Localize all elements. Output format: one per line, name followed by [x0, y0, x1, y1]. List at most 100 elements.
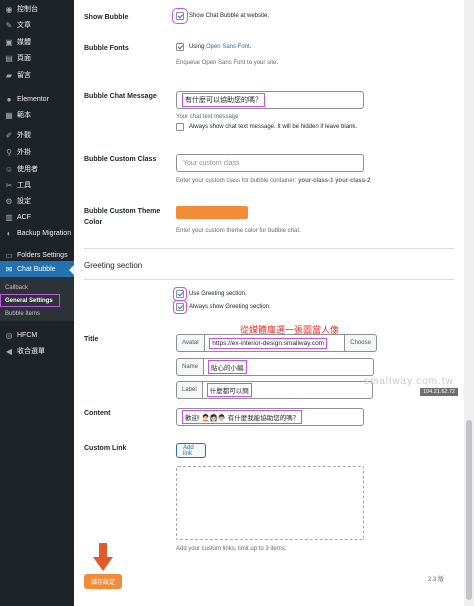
submenu-callback[interactable]: Callback — [0, 281, 74, 294]
content-input[interactable]: 歡迎! 🧑🏻‍🦱👩🏻👨🏻 有什麼我能協助您的嗎？ — [176, 408, 364, 426]
add-link-button[interactable]: Add link — [176, 443, 206, 458]
version-text: 2.3 版 — [427, 577, 444, 583]
watermark: smallway.com.tw — [364, 376, 454, 387]
sidebar-item-posts[interactable]: ✎ 文章 — [0, 17, 74, 33]
sidebar-item-settings[interactable]: ⚙ 設定 — [0, 193, 74, 209]
hfcm-icon: ◎ — [5, 330, 13, 340]
sidebar-item-backup[interactable]: ◐ Backup Migration — [0, 225, 74, 241]
sidebar-item-pages[interactable]: ▤ 頁面 — [0, 50, 74, 66]
dashboard-icon: ◉ — [5, 4, 13, 14]
comments-icon: ▰ — [5, 70, 13, 80]
sidebar-item-label: 控制台 — [17, 6, 38, 13]
sidebar-item-templates[interactable]: ▦ 範本 — [0, 107, 74, 123]
sidebar-item-tools[interactable]: ✂ 工具 — [0, 177, 74, 193]
sidebar-item-label: 外掛 — [17, 149, 31, 156]
field-label: Custom Link — [84, 445, 127, 452]
submenu-bubble-items[interactable]: Bubble Items — [0, 307, 74, 320]
sidebar-item-dashboard[interactable]: ◉ 控制台 — [0, 1, 74, 17]
sidebar-item-label: Folders Settings — [17, 251, 68, 259]
backup-icon: ◐ — [6, 228, 12, 238]
annotation-text: 從媒體庫選一張圖當人像 — [240, 325, 340, 335]
description-text: Enter your custom class for bubble conta… — [176, 178, 299, 184]
acf-icon: ▥ — [5, 212, 13, 222]
sidebar-item-label: 留言 — [17, 72, 31, 79]
sidebar-item-label: Elementor — [17, 95, 49, 103]
checkbox-label-suffix: . — [249, 44, 252, 50]
bubble-fonts-checkbox[interactable] — [176, 43, 184, 51]
avatar-group: Avatar https://ex-interior-design.smallw… — [176, 334, 377, 352]
sidebar-item-appearance[interactable]: ✐ 外觀 — [0, 127, 74, 143]
choose-button[interactable]: Choose — [345, 334, 377, 352]
media-icon: ▣ — [5, 37, 13, 47]
sidebar-item-label: 媒體 — [17, 39, 31, 46]
sidebar-item-hfcm[interactable]: ◎ HFCM — [0, 327, 74, 343]
field-label: Bubble Fonts — [84, 45, 129, 52]
sidebar-item-label: 文章 — [17, 22, 31, 29]
custom-link-dropzone — [176, 466, 364, 540]
collapse-icon: ◀ — [5, 346, 13, 356]
plugins-icon: ⚲ — [6, 147, 12, 157]
checkbox-label: Show Chat Bubble at website. — [188, 13, 270, 19]
open-sans-link[interactable]: Open Sans Font — [206, 44, 250, 50]
admin-sidebar: ◉ 控制台 ✎ 文章 ▣ 媒體 ▤ 頁面 ▰ 留言 ● Elementor ▦ 範本 ✐ 外觀 ⚲ 外掛 ☺ 使用者 ✂… — [0, 0, 74, 606]
settings-main: Show Bubble Show Chat Bubble at website.… — [74, 0, 464, 606]
avatar-url-input[interactable]: https://ex-interior-design.smallway.com — [205, 334, 346, 352]
templates-icon: ▦ — [5, 110, 13, 120]
description-code: your-class-1 your-class-2 — [298, 178, 371, 184]
content-value: 歡迎! 🧑🏻‍🦱👩🏻👨🏻 有什麼我能協助您的嗎？ — [181, 410, 303, 424]
field-description: Your chat text message — [176, 114, 239, 120]
checkbox-label-prefix: Using — [188, 44, 206, 50]
settings-icon: ⚙ — [5, 196, 13, 206]
theme-color-swatch[interactable] — [176, 206, 248, 219]
use-greeting-checkbox[interactable] — [173, 287, 187, 301]
sidebar-item-elementor[interactable]: ● Elementor — [0, 91, 74, 107]
pages-icon: ▤ — [5, 53, 13, 63]
arrow-down-icon — [93, 543, 113, 571]
name-group: Name 貼心的小編 — [176, 358, 375, 376]
field-label: Bubble Custom Theme Color — [84, 208, 161, 226]
sidebar-item-label: ACF — [17, 213, 31, 221]
sidebar-item-acf[interactable]: ▥ ACF — [0, 209, 74, 225]
folders-icon: ▭ — [5, 250, 13, 260]
always-show-message-checkbox[interactable] — [176, 123, 184, 131]
chat-message-input[interactable]: 有什麼可以協助您的嗎？ — [176, 91, 364, 109]
elementor-icon: ● — [6, 94, 12, 104]
label-input[interactable]: 什麼都可以問 — [202, 381, 373, 399]
scrollbar[interactable] — [464, 0, 474, 606]
sidebar-item-users[interactable]: ☺ 使用者 — [0, 161, 74, 177]
save-settings-button[interactable]: 儲存設定 — [84, 574, 122, 589]
custom-class-input[interactable]: Your custom class — [176, 154, 364, 172]
label-value: 什麼都可以問 — [206, 383, 252, 397]
sidebar-item-comments[interactable]: ▰ 留言 — [0, 67, 74, 83]
sidebar-item-label: 範本 — [17, 112, 31, 119]
sidebar-item-chat-bubble[interactable]: ✉ Chat Bubble — [0, 261, 74, 277]
field-description: Enter your custom theme color for bubble… — [176, 228, 301, 234]
posts-icon: ✎ — [5, 20, 13, 30]
field-label: Title — [84, 336, 99, 343]
checkbox-label: Use Greeting section. — [188, 291, 247, 297]
field-label: Bubble Chat Message — [84, 93, 157, 100]
row-greeting-heading: Greeting section — [84, 261, 464, 270]
chat-icon: ✉ — [5, 264, 13, 274]
appearance-icon: ✐ — [5, 130, 13, 140]
sidebar-item-plugins[interactable]: ⚲ 外掛 — [0, 144, 74, 160]
field-label: Show Bubble — [84, 14, 129, 21]
name-input[interactable]: 貼心的小編 — [204, 358, 375, 376]
field-description: Enter your custom class for bubble conta… — [176, 178, 370, 184]
avatar-url-value: https://ex-interior-design.smallway.com — [209, 337, 328, 349]
scrollbar-thumb[interactable] — [466, 420, 472, 600]
field-description: Enqueue Open Sans Font to your site. — [176, 60, 279, 66]
sidebar-item-label: 設定 — [17, 198, 31, 205]
sidebar-item-label: Chat Bubble — [17, 265, 56, 273]
submenu-general-settings[interactable]: General Settings — [0, 294, 60, 307]
sidebar-item-label: 工具 — [17, 182, 31, 189]
sidebar-item-label: 收合選單 — [17, 348, 45, 355]
avatar-addon: Avatar — [176, 334, 206, 352]
checkbox-label: Always show chat text message. It will b… — [188, 124, 358, 130]
section-title: Greeting section — [84, 261, 143, 270]
sidebar-item-media[interactable]: ▣ 媒體 — [0, 34, 74, 50]
chat-message-value: 有什麼可以協助您的嗎？ — [182, 93, 265, 107]
show-bubble-checkbox[interactable] — [172, 8, 188, 24]
sidebar-item-collapse[interactable]: ◀ 收合選單 — [0, 343, 74, 359]
always-greeting-checkbox[interactable] — [173, 300, 187, 314]
